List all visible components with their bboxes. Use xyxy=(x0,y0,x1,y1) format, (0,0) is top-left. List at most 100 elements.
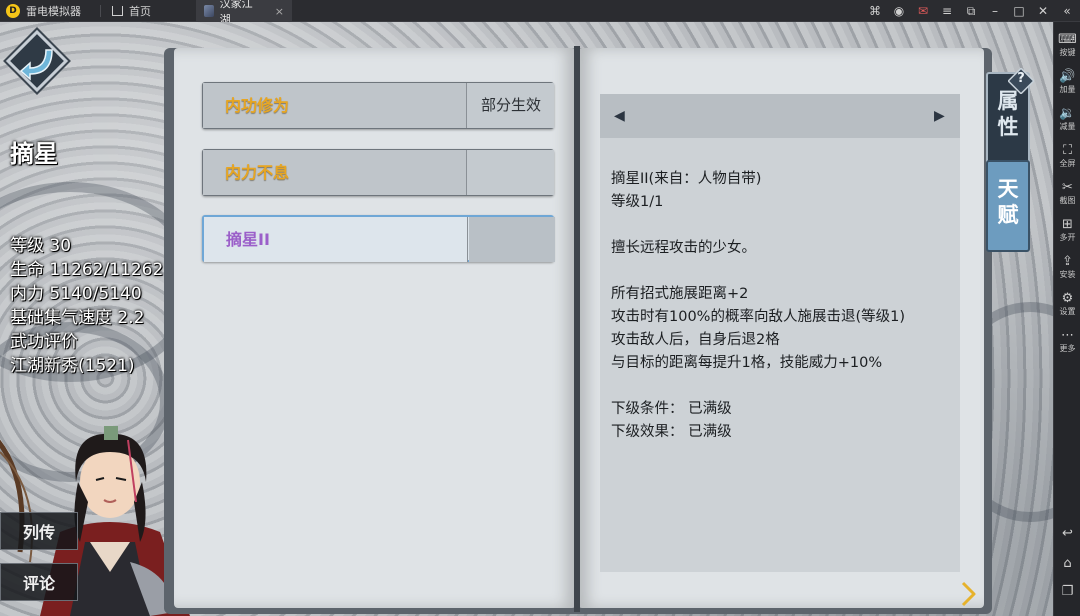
stat-rank: 江湖新秀(1521) xyxy=(10,356,135,376)
sidebar-item-volume-down[interactable]: 🔉 减量 xyxy=(1054,106,1080,132)
gamepad-icon[interactable]: ⌘ xyxy=(868,4,882,18)
sidebar-item-label: 截图 xyxy=(1059,196,1076,205)
skill-row-selected[interactable]: 摘星II xyxy=(202,215,555,262)
skill-row[interactable]: 内力不息 xyxy=(202,149,554,196)
sidebar-item-label: 多开 xyxy=(1059,233,1076,242)
emulator-brand[interactable]: D 雷电模拟器 xyxy=(6,3,81,19)
detail-line: 擅长远程攻击的少女。 xyxy=(611,240,756,256)
keyboard-icon: ⌨ xyxy=(1058,32,1077,47)
resize-icon[interactable]: ⧉ xyxy=(964,4,978,18)
skill-row[interactable]: 内功修为 部分生效 xyxy=(202,82,554,129)
stat-mp: 内力 5140/5140 xyxy=(10,284,142,304)
tab-attributes-label-bottom: 性 xyxy=(997,114,1019,139)
back-arrow-icon xyxy=(19,49,53,81)
help-glyph: ? xyxy=(1017,71,1025,86)
back-button[interactable] xyxy=(5,29,69,93)
detail-line: 与目标的距离每提升1格，技能威力+10% xyxy=(611,355,883,371)
detail-line: 攻击敌人后，自身后退2格 xyxy=(611,332,780,348)
detail-line: 下级效果： 已满级 xyxy=(611,424,732,440)
window-controls: ⌘ ◉ ✉ ≡ ⧉ – □ ✕ « xyxy=(868,0,1074,22)
character-stats: 等级 30 生命 11262/11262 内力 5140/5140 基础集气速度… xyxy=(10,234,163,378)
stat-martial-rating: 武功评价 xyxy=(10,332,78,352)
stat-charge-speed: 基础集气速度 2.2 xyxy=(10,308,145,328)
prev-skill-icon[interactable]: ◀ xyxy=(614,108,625,124)
detail-line xyxy=(611,260,951,283)
screenshot-icon: ✂ xyxy=(1062,180,1073,195)
volume-down-icon: 🔉 xyxy=(1059,106,1076,121)
tab-game[interactable]: 汉家江湖 × xyxy=(196,0,292,26)
detail-line: 下级条件： 已满级 xyxy=(611,401,732,417)
skill-name: 摘星II xyxy=(204,217,468,262)
game-screen: 摘星 等级 30 生命 11262/11262 内力 5140/5140 基础集… xyxy=(0,22,1053,616)
home-icon xyxy=(112,6,123,16)
volume-up-icon: 🔊 xyxy=(1059,69,1076,84)
sidebar-item-label: 按键 xyxy=(1059,48,1076,57)
skill-detail-panel: ◀ ▶ 摘星II(来自：人物自带) 等级1/1 擅长远程攻击的少女。 所有招式施… xyxy=(600,94,960,572)
collapse-icon[interactable]: « xyxy=(1060,4,1074,18)
tab-talent-label-bottom: 赋 xyxy=(997,202,1019,227)
settings-gear-icon: ⚙ xyxy=(1061,291,1074,306)
emulator-logo-icon: D xyxy=(6,4,20,18)
sidebar-item-multi-instance[interactable]: ⊞ 多开 xyxy=(1054,217,1080,243)
stat-hp: 生命 11262/11262 xyxy=(10,260,164,280)
skill-status xyxy=(468,150,554,195)
home-nav-icon[interactable]: ⌂ xyxy=(1054,556,1080,571)
install-apk-icon: ⇪ xyxy=(1062,254,1073,269)
maximize-icon[interactable]: □ xyxy=(1012,4,1026,18)
next-page-icon[interactable] xyxy=(958,580,978,608)
biography-button-label: 列传 xyxy=(22,523,55,542)
multi-instance-icon: ⊞ xyxy=(1062,217,1073,232)
fullscreen-icon: ⛶ xyxy=(1062,143,1073,158)
comments-button[interactable]: 评论 xyxy=(0,563,78,601)
tab-home-label: 首页 xyxy=(129,5,151,18)
stat-level: 等级 30 xyxy=(10,236,72,256)
skill-status xyxy=(469,217,555,262)
next-skill-icon[interactable]: ▶ xyxy=(934,108,945,124)
sidebar-item-label: 安装 xyxy=(1059,270,1076,279)
game-icon xyxy=(204,5,214,17)
book-spine xyxy=(574,46,580,612)
close-icon[interactable]: ✕ xyxy=(1036,4,1050,18)
sidebar-item-label: 更多 xyxy=(1059,344,1076,353)
minimize-icon[interactable]: – xyxy=(988,4,1002,18)
sidebar-item-more[interactable]: ⋯ 更多 xyxy=(1054,328,1080,354)
sidebar-item-keyboard[interactable]: ⌨ 按键 xyxy=(1054,32,1080,58)
mail-icon[interactable]: ✉ xyxy=(916,4,930,18)
sidebar-item-label: 加量 xyxy=(1059,85,1076,94)
biography-button[interactable]: 列传 xyxy=(0,512,78,550)
detail-line xyxy=(611,214,951,237)
sidebar-item-label: 全屏 xyxy=(1059,159,1076,168)
menu-icon[interactable]: ≡ xyxy=(940,4,954,18)
emulator-titlebar: D 雷电模拟器 首页 汉家江湖 × ⌘ ◉ ✉ ≡ ⧉ – □ ✕ « xyxy=(0,0,1080,26)
tab-talent[interactable]: 天 赋 xyxy=(986,160,1030,252)
skill-status: 部分生效 xyxy=(468,83,554,128)
tab-talent-label-top: 天 xyxy=(997,176,1019,201)
sidebar-item-label: 设置 xyxy=(1059,307,1076,316)
recent-apps-icon[interactable]: ❐ xyxy=(1054,584,1080,599)
skill-name: 内功修为 xyxy=(203,83,467,128)
titlebar-divider xyxy=(100,5,101,17)
detail-line: 等级1/1 xyxy=(611,194,664,210)
tab-home[interactable]: 首页 xyxy=(104,0,196,22)
book-page-left xyxy=(174,48,576,608)
detail-line: 摘星II(来自：人物自带) xyxy=(611,171,762,187)
skill-name: 内力不息 xyxy=(203,150,467,195)
tab-close-icon[interactable]: × xyxy=(275,5,284,18)
more-icon: ⋯ xyxy=(1061,328,1074,343)
sidebar-item-volume-up[interactable]: 🔊 加量 xyxy=(1054,69,1080,95)
comments-button-label: 评论 xyxy=(22,574,55,593)
back-nav-icon[interactable]: ↩ xyxy=(1054,526,1080,541)
sidebar-item-fullscreen[interactable]: ⛶ 全屏 xyxy=(1054,143,1080,169)
sidebar-item-screenshot[interactable]: ✂ 截图 xyxy=(1054,180,1080,206)
detail-line xyxy=(611,375,951,398)
help-button[interactable]: ? xyxy=(1007,67,1035,95)
user-icon[interactable]: ◉ xyxy=(892,4,906,18)
emulator-sidebar: ⌨ 按键 🔊 加量 🔉 减量 ⛶ 全屏 ✂ 截图 ⊞ 多开 ⇪ 安装 ⚙ 设置 … xyxy=(1053,22,1080,616)
sidebar-item-install[interactable]: ⇪ 安装 xyxy=(1054,254,1080,280)
skill-description: 摘星II(来自：人物自带) 等级1/1 擅长远程攻击的少女。 所有招式施展距离+… xyxy=(611,168,951,444)
sidebar-item-settings[interactable]: ⚙ 设置 xyxy=(1054,291,1080,317)
detail-header: ◀ ▶ xyxy=(600,94,960,138)
character-name: 摘星 xyxy=(10,140,58,168)
sidebar-item-label: 减量 xyxy=(1059,122,1076,131)
detail-line: 所有招式施展距离+2 xyxy=(611,286,749,302)
